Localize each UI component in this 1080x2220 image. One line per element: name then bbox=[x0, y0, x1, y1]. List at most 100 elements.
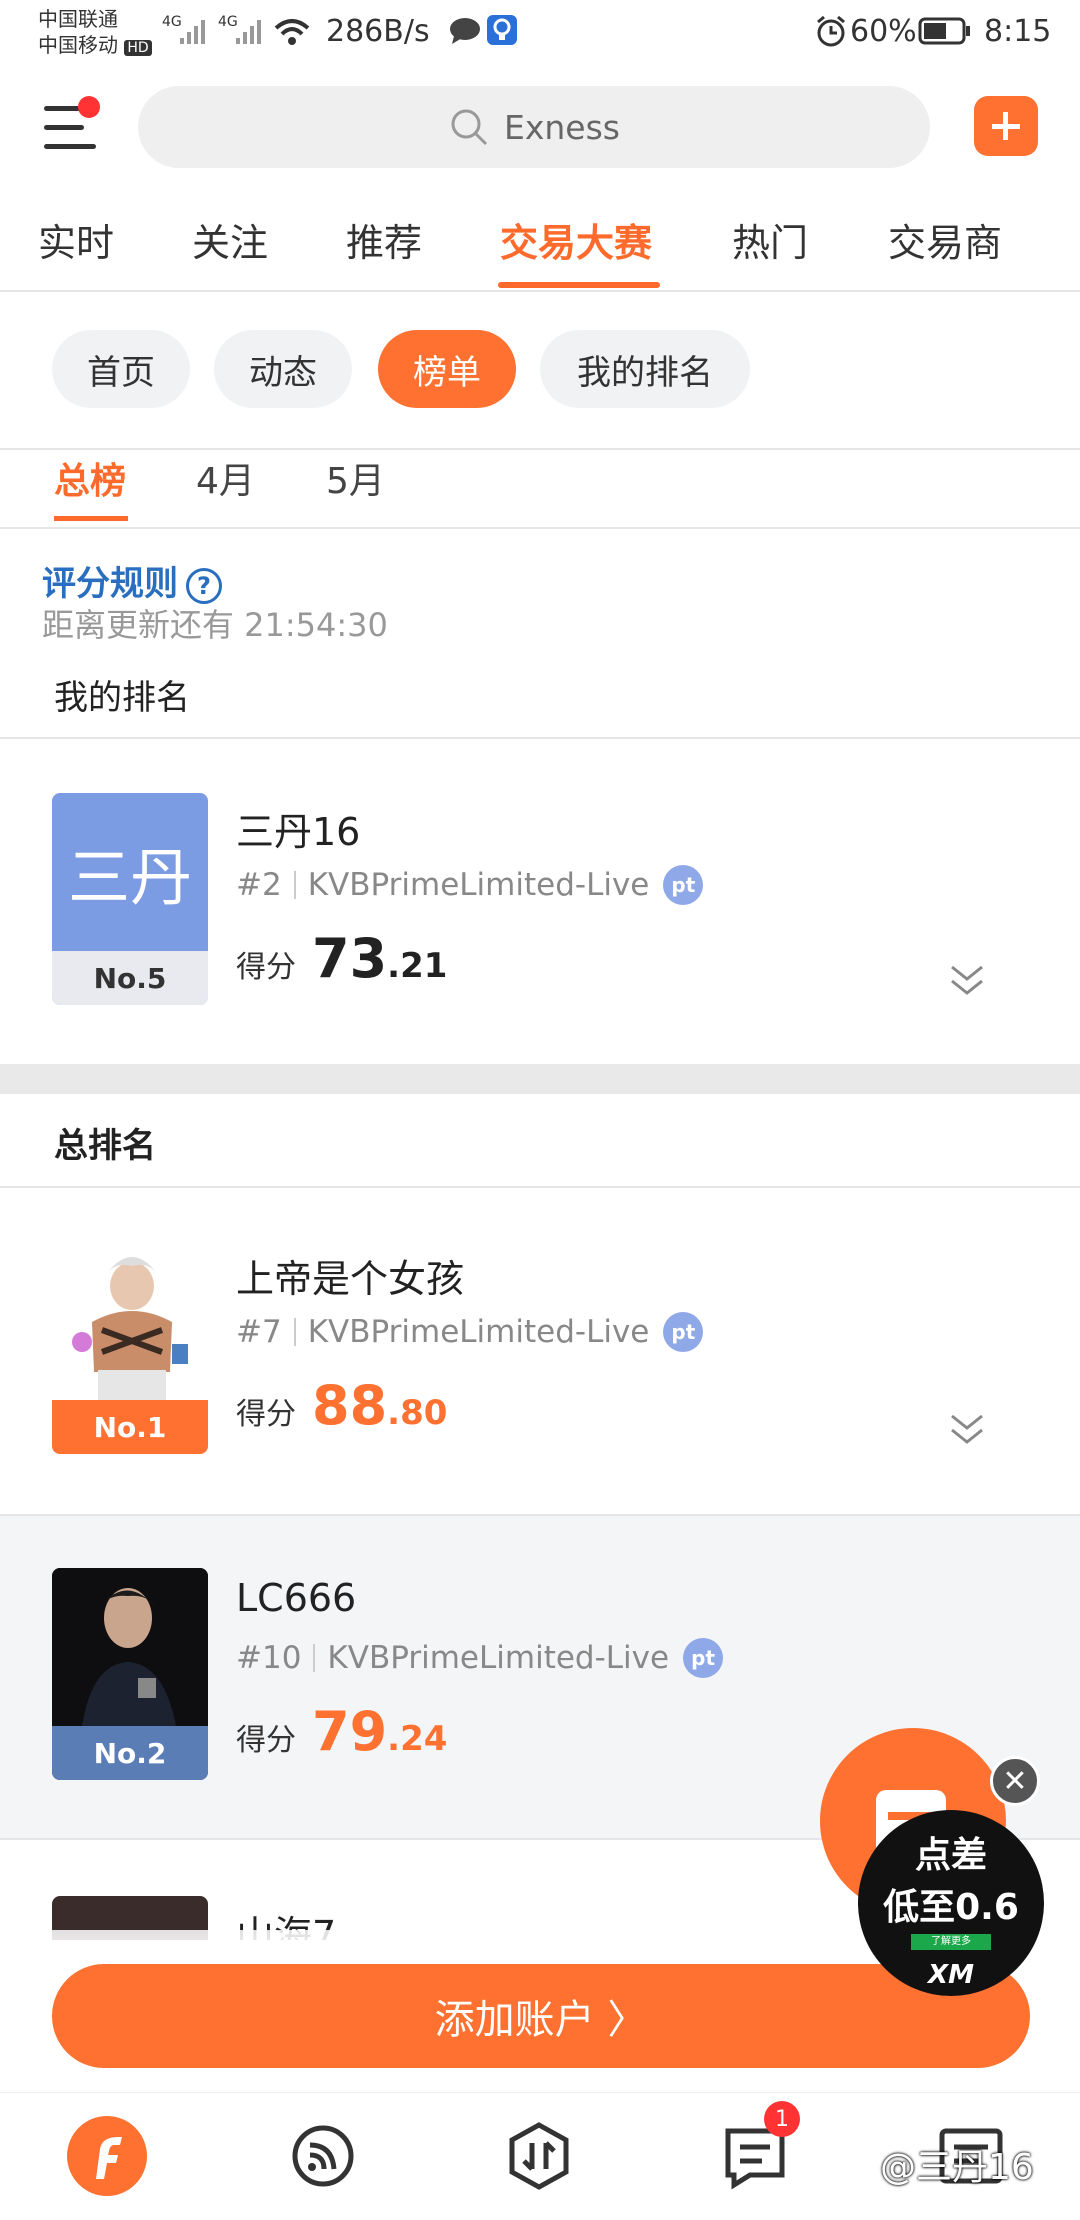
subtab-may[interactable]: 5月 bbox=[326, 452, 385, 504]
carrier-info: 中国联通 中国移动 HD bbox=[38, 6, 152, 61]
broker-rank: #10 bbox=[236, 1640, 302, 1676]
chat-notification-icon bbox=[450, 18, 480, 44]
score-decimal: .21 bbox=[387, 946, 448, 986]
ad-line-1: 点差 bbox=[914, 1835, 987, 1876]
hd-icon: HD bbox=[124, 40, 152, 56]
rank-tag: No.5 bbox=[52, 951, 208, 1005]
avatar-image bbox=[52, 1568, 208, 1726]
tab-realtime[interactable]: 实时 bbox=[38, 212, 114, 267]
trader-name: 上帝是个女孩 bbox=[236, 1257, 465, 1301]
pt-badge-icon: pt bbox=[683, 1638, 724, 1678]
app-logo-icon bbox=[67, 2116, 147, 2196]
avatar: No.1 bbox=[52, 1242, 208, 1454]
notification-dot bbox=[78, 96, 100, 118]
carrier-2: 中国移动 bbox=[38, 33, 118, 57]
divider bbox=[0, 527, 1080, 529]
pill-my-ranking[interactable]: 我的排名 bbox=[540, 330, 750, 408]
avatar-text: 三丹 bbox=[67, 841, 192, 914]
score-label: 得分 bbox=[236, 950, 296, 985]
rank-tag: No.2 bbox=[52, 1726, 208, 1780]
broker-name: KVBPrimeLimited-Live bbox=[327, 1640, 670, 1676]
menu-button[interactable] bbox=[40, 96, 100, 156]
ranking-row[interactable]: No.1 上帝是个女孩 #7 KVBPrimeLimited-Live pt 得分 … bbox=[0, 1188, 1080, 1514]
ad-line-2: 低至0.6 bbox=[883, 1887, 1019, 1928]
add-post-button[interactable] bbox=[974, 96, 1038, 156]
plus-icon bbox=[992, 112, 1020, 140]
close-icon[interactable]: ✕ bbox=[990, 1756, 1040, 1806]
score-integer: 88 bbox=[312, 1374, 388, 1437]
search-icon bbox=[451, 109, 488, 146]
tab-recommended[interactable]: 推荐 bbox=[346, 212, 422, 267]
score: 得分 88 .80 bbox=[236, 1374, 447, 1437]
score-integer: 73 bbox=[312, 927, 388, 990]
tab-brokers[interactable]: 交易商 bbox=[888, 212, 1002, 267]
score-integer: 79 bbox=[312, 1700, 388, 1763]
broker-rank: #7 bbox=[236, 1314, 282, 1350]
trader-meta: #10 KVBPrimeLimited-Live pt bbox=[236, 1638, 724, 1678]
trader-meta: #7 KVBPrimeLimited-Live pt bbox=[236, 1312, 704, 1352]
active-tab-indicator bbox=[498, 282, 660, 288]
divider bbox=[0, 290, 1080, 292]
watermark: @三丹16 bbox=[880, 2147, 1034, 2188]
broker-rank: #2 bbox=[236, 867, 282, 903]
nav-trade[interactable] bbox=[496, 2113, 582, 2199]
wifi-icon bbox=[274, 19, 310, 45]
clock-time: 8:15 bbox=[984, 14, 1052, 49]
expand-chevron-icon[interactable] bbox=[948, 961, 986, 1001]
signal-icon-2 bbox=[236, 20, 261, 44]
trader-name: 三丹16 bbox=[236, 810, 361, 854]
scoring-rules-link[interactable]: 评分规则? bbox=[42, 556, 222, 605]
nav-feed[interactable] bbox=[280, 2113, 366, 2199]
subtab-overall[interactable]: 总榜 bbox=[54, 452, 126, 504]
help-icon: ? bbox=[186, 567, 222, 604]
pill-home[interactable]: 首页 bbox=[52, 330, 190, 408]
carrier-1: 中国联通 bbox=[38, 7, 118, 31]
search-bar[interactable]: Exness bbox=[138, 86, 930, 168]
active-subtab-indicator bbox=[54, 516, 128, 521]
broadcast-icon bbox=[292, 2125, 354, 2187]
network-speed: 286B/s bbox=[326, 14, 430, 49]
avatar: 三丹 No.5 bbox=[52, 793, 208, 1005]
pt-badge-icon: pt bbox=[663, 1312, 704, 1352]
pill-leaderboard[interactable]: 榜单 bbox=[378, 330, 516, 408]
score: 得分 73 .21 bbox=[236, 927, 447, 990]
overall-ranking-title: 总排名 bbox=[54, 1126, 156, 1166]
subtab-april[interactable]: 4月 bbox=[196, 452, 255, 504]
alarm-icon bbox=[817, 15, 845, 47]
nav-messages[interactable]: 1 bbox=[712, 2101, 800, 2199]
broker-name: KVBPrimeLimited-Live bbox=[307, 867, 650, 903]
my-ranking-title: 我的排名 bbox=[54, 678, 190, 718]
battery-icon bbox=[918, 17, 970, 45]
update-countdown: 距离更新还有 21:54:30 bbox=[42, 606, 388, 644]
expand-chevron-icon[interactable] bbox=[948, 1410, 986, 1450]
avatar: No.2 bbox=[52, 1568, 208, 1780]
pill-feed[interactable]: 动态 bbox=[214, 330, 352, 408]
tab-following[interactable]: 关注 bbox=[192, 212, 268, 267]
score-decimal: .80 bbox=[387, 1393, 448, 1433]
score-label: 得分 bbox=[236, 1397, 296, 1432]
signal-icon-1 bbox=[180, 20, 205, 44]
avatar-image bbox=[72, 1257, 188, 1400]
search-placeholder: Exness bbox=[504, 107, 620, 147]
pt-badge-icon: pt bbox=[663, 865, 704, 905]
my-ranking-card[interactable]: 三丹 No.5 三丹16 #2 KVBPrimeLimited-Live pt 得分… bbox=[0, 739, 1080, 1065]
ad-banner[interactable]: 点差 低至0.6 了解更多 XM bbox=[858, 1810, 1044, 1996]
status-bar: 中国联通 中国移动 HD 4G 4G 286B/s 60% 8:15 bbox=[0, 0, 1080, 66]
divider bbox=[0, 448, 1080, 450]
ad-learn-more-button[interactable]: 了解更多 bbox=[911, 1934, 991, 1950]
score-label: 得分 bbox=[236, 1723, 296, 1758]
battery-percent: 60% bbox=[850, 14, 917, 49]
score-decimal: .24 bbox=[387, 1719, 448, 1759]
app-notification-icon bbox=[487, 15, 517, 45]
rank-tag: No.1 bbox=[52, 1400, 208, 1454]
score: 得分 79 .24 bbox=[236, 1700, 447, 1763]
broker-name: KVBPrimeLimited-Live bbox=[307, 1314, 650, 1350]
trader-meta: #2 KVBPrimeLimited-Live pt bbox=[236, 865, 704, 905]
scoring-rules-label: 评分规则 bbox=[42, 564, 178, 604]
nav-home[interactable] bbox=[64, 2113, 150, 2199]
tab-trading-contest[interactable]: 交易大赛 bbox=[500, 212, 652, 267]
trade-icon bbox=[509, 2122, 569, 2190]
tab-hot[interactable]: 热门 bbox=[732, 212, 808, 267]
trader-name: LC666 bbox=[236, 1576, 357, 1620]
unread-badge: 1 bbox=[764, 2101, 800, 2137]
